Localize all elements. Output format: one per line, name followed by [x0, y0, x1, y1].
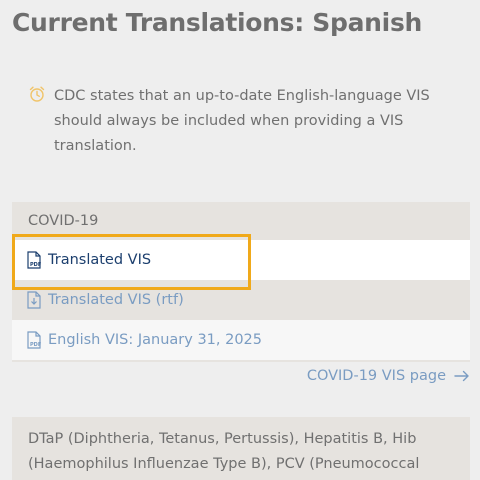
covid-card: COVID-19 PDF Translated VIS Translated V…	[12, 202, 470, 362]
english-vis-label: English VIS: January 31, 2025	[48, 332, 263, 348]
svg-text:PDF: PDF	[30, 342, 41, 348]
english-vis-link[interactable]: PDF English VIS: January 31, 2025	[12, 320, 470, 360]
arrow-right-icon	[454, 370, 469, 382]
dtap-card: DTaP (Diphtheria, Tetanus, Pertussis), H…	[12, 417, 470, 480]
translated-vis-rtf-label: Translated VIS (rtf)	[48, 292, 184, 308]
note-text: CDC states that an up-to-date English-la…	[54, 88, 430, 154]
translated-vis-label: Translated VIS	[48, 252, 152, 268]
covid-vis-page-link[interactable]: COVID-19 VIS page	[307, 368, 470, 384]
translated-vis-link[interactable]: PDF Translated VIS	[12, 240, 470, 280]
rtf-icon	[27, 291, 41, 309]
covid-vis-page-label: COVID-19 VIS page	[306, 368, 446, 384]
page: Current Translations: Spanish CDC states…	[0, 0, 480, 480]
svg-text:PDF: PDF	[30, 262, 41, 268]
pdf-icon: PDF	[27, 251, 41, 269]
covid-card-heading: COVID-19	[28, 213, 99, 229]
pdf-icon: PDF	[27, 331, 41, 349]
translated-vis-rtf-link[interactable]: Translated VIS (rtf)	[12, 280, 470, 320]
dtap-card-heading: DTaP (Diphtheria, Tetanus, Pertussis), H…	[28, 431, 420, 472]
info-note: CDC states that an up-to-date English-la…	[28, 84, 468, 159]
alarm-clock-icon	[29, 86, 45, 102]
page-title: Current Translations: Spanish	[12, 8, 423, 37]
